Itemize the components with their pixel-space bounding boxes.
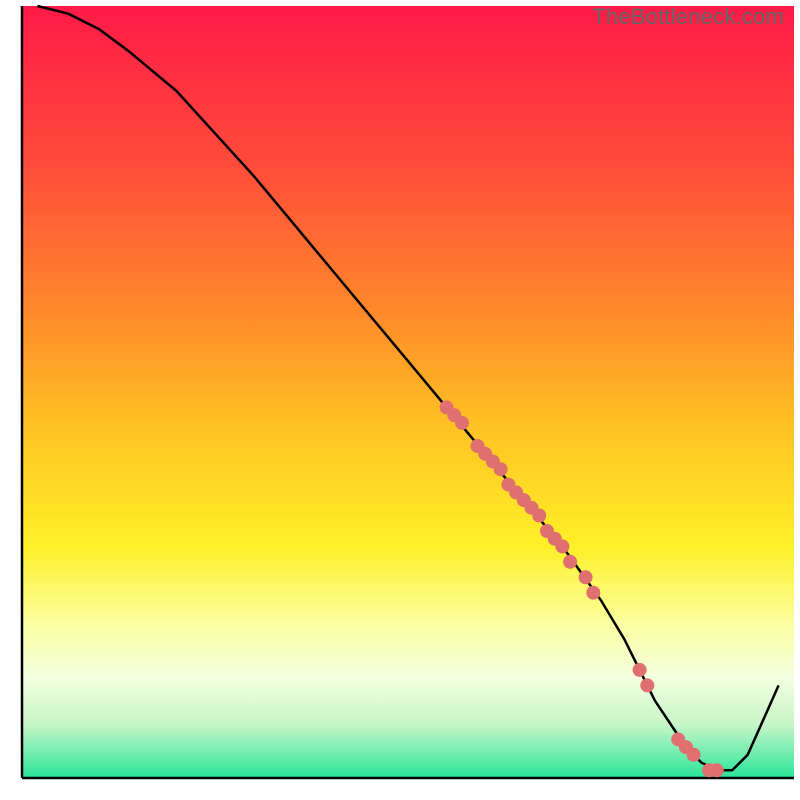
data-point (494, 462, 508, 476)
data-point (555, 539, 569, 553)
data-point (710, 763, 724, 777)
bottleneck-chart (0, 0, 800, 800)
data-point (633, 663, 647, 677)
data-point (687, 748, 701, 762)
gradient-background (22, 6, 794, 778)
data-point (563, 555, 577, 569)
data-point (640, 678, 654, 692)
data-point (586, 586, 600, 600)
data-point (455, 416, 469, 430)
chart-stage: TheBottleneck.com (0, 0, 800, 800)
data-point (579, 570, 593, 584)
watermark-text: TheBottleneck.com (592, 4, 784, 30)
data-point (532, 509, 546, 523)
